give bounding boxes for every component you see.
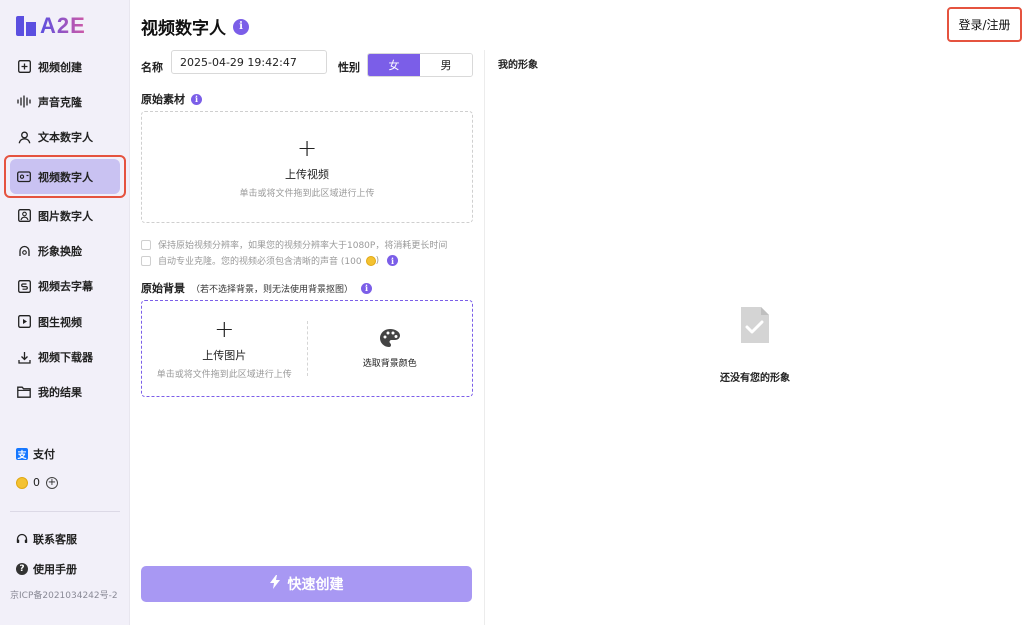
coin-icon [365, 255, 376, 266]
sidebar: A2E 视频创建 声音克隆 文本数字人 视频数字人 图片数字人 形象换脸 视频去… [0, 0, 130, 625]
empty-state-text: 还没有您的形象 [720, 373, 790, 384]
sidebar-nav: 视频创建 声音克隆 文本数字人 视频数字人 图片数字人 形象换脸 视频去字幕 图… [4, 49, 126, 410]
auto-clone-checkbox[interactable] [141, 255, 151, 266]
coin-balance: 0 + [16, 476, 58, 489]
sidebar-item-voice-clone[interactable]: 声音克隆 [6, 84, 124, 119]
auto-clone-label-suffix: ) [375, 255, 380, 266]
panel-divider [484, 50, 485, 625]
sidebar-item-label: 视频数字人 [38, 170, 93, 184]
pay-label: 支付 [33, 448, 55, 461]
name-input[interactable] [171, 50, 327, 74]
plus-square-icon [17, 60, 31, 74]
support-link[interactable]: 联系客服 [16, 531, 77, 547]
background-subtitle: （若不选择背景，则无法使用背景抠图） [191, 284, 354, 295]
auto-clone-option[interactable]: 自动专业克隆。您的视频必须包含清晰的声音 (100 ) i [141, 254, 399, 267]
gender-option-male[interactable]: 男 [420, 54, 472, 76]
source-material-title: 原始素材 i [141, 91, 202, 107]
background-label: 原始背景 [141, 282, 185, 295]
folder-icon [17, 385, 31, 399]
logo[interactable]: A2E [16, 13, 86, 38]
upload-video-hint: 单击或将文件拖到此区域进行上传 [239, 188, 375, 199]
auto-clone-label: 自动专业克隆。您的视频必须包含清晰的声音 (100 [158, 257, 362, 267]
remove-subtitle-icon [17, 279, 31, 293]
quick-create-button[interactable]: 快速创建 [141, 566, 472, 602]
manual-label: 使用手册 [33, 563, 77, 576]
sidebar-item-face-swap[interactable]: 形象换脸 [6, 233, 124, 268]
sidebar-item-label: 视频下载器 [38, 351, 93, 365]
coin-icon [16, 476, 28, 489]
headset-icon [16, 533, 28, 545]
sidebar-item-label: 视频创建 [38, 60, 82, 74]
keep-resolution-checkbox[interactable] [141, 239, 151, 250]
pick-color-option[interactable]: 选取背景颜色 [308, 301, 473, 396]
upload-video-title: 上传视频 [285, 167, 329, 181]
sidebar-item-label: 图生视频 [38, 315, 82, 329]
upload-image-title: 上传图片 [202, 349, 247, 362]
pay-link[interactable]: 支 支付 [16, 446, 55, 462]
download-icon [17, 350, 31, 364]
background-picker: + 上传图片 单击或将文件拖到此区域进行上传 选取背景颜色 [141, 300, 473, 397]
my-avatars-title: 我的形象 [498, 60, 538, 71]
upload-image-hint: 单击或将文件拖到此区域进行上传 [156, 370, 292, 380]
sidebar-item-text-avatar[interactable]: 文本数字人 [6, 120, 124, 155]
empty-state: 还没有您的形象 [700, 305, 810, 384]
quick-create-label: 快速创建 [287, 577, 344, 593]
page-title-text: 视频数字人 [141, 19, 226, 39]
alipay-icon: 支 [16, 448, 28, 461]
info-icon[interactable]: i [361, 282, 373, 294]
logo-text: A2E [40, 13, 86, 38]
sidebar-item-video-avatar[interactable]: 视频数字人 [10, 158, 120, 195]
empty-image-icon [739, 305, 771, 345]
video-person-icon [17, 170, 31, 184]
pick-color-label: 选取背景颜色 [362, 359, 417, 369]
sidebar-item-label: 图片数字人 [38, 209, 93, 223]
sidebar-item-video-create[interactable]: 视频创建 [6, 49, 124, 84]
add-coins-icon[interactable]: + [46, 476, 58, 489]
info-icon[interactable]: i [387, 255, 399, 266]
active-item-highlight: 视频数字人 [4, 154, 126, 199]
sidebar-item-image-to-video[interactable]: 图生视频 [6, 304, 124, 339]
logo-mark-icon [16, 16, 36, 36]
sidebar-item-label: 形象换脸 [38, 245, 82, 259]
info-icon[interactable]: i [191, 93, 202, 105]
sidebar-item-image-avatar[interactable]: 图片数字人 [6, 198, 124, 233]
background-title: 原始背景 （若不选择背景，则无法使用背景抠图） i [141, 280, 373, 296]
plus-icon: + [214, 315, 235, 343]
upload-video-dropzone[interactable]: + 上传视频 单击或将文件拖到此区域进行上传 [141, 111, 473, 223]
page-title: 视频数字人 i [141, 14, 249, 39]
sidebar-item-label: 我的结果 [38, 386, 82, 400]
icp-record[interactable]: 京ICP备2021034242号-2 [10, 590, 120, 602]
keep-resolution-label: 保持原始视频分辨率，如果您的视频分辨率大于1080P，将消耗更长时间 [158, 241, 448, 251]
gender-label: 性别 [338, 61, 360, 74]
image-person-icon [17, 209, 31, 223]
keep-resolution-option[interactable]: 保持原始视频分辨率，如果您的视频分辨率大于1080P，将消耗更长时间 [141, 238, 447, 251]
person-icon [17, 130, 31, 144]
info-icon[interactable]: i [233, 18, 249, 35]
sidebar-item-remove-subtitles[interactable]: 视频去字幕 [6, 269, 124, 304]
login-register-button[interactable]: 登录/注册 [947, 7, 1022, 42]
sidebar-item-label: 声音克隆 [38, 95, 82, 109]
waveform-icon [17, 95, 31, 109]
sidebar-item-video-downloader[interactable]: 视频下载器 [6, 339, 124, 374]
plus-icon: + [296, 133, 318, 162]
name-label: 名称 [141, 61, 163, 74]
face-swap-icon [17, 244, 31, 258]
sidebar-item-label: 文本数字人 [38, 131, 93, 145]
sidebar-item-label: 视频去字幕 [38, 280, 93, 294]
coin-count: 0 [33, 476, 40, 489]
help-icon: ? [16, 563, 28, 575]
sidebar-divider [10, 511, 120, 512]
upload-image-dropzone[interactable]: + 上传图片 单击或将文件拖到此区域进行上传 [142, 301, 307, 396]
support-label: 联系客服 [33, 533, 77, 546]
gender-toggle: 女 男 [367, 53, 473, 77]
gender-option-female[interactable]: 女 [368, 54, 420, 76]
sidebar-item-my-results[interactable]: 我的结果 [6, 375, 124, 410]
app-window: A2E 视频创建 声音克隆 文本数字人 视频数字人 图片数字人 形象换脸 视频去… [0, 0, 1024, 625]
image-to-video-icon [17, 315, 31, 329]
lightning-icon [269, 575, 280, 593]
manual-link[interactable]: ? 使用手册 [16, 561, 77, 577]
source-material-label: 原始素材 [141, 93, 185, 106]
palette-icon [379, 328, 401, 348]
